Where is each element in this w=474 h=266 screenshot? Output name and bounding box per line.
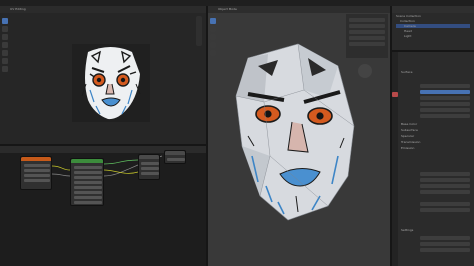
outliner-title: Scene Collection bbox=[396, 14, 421, 18]
node-editor[interactable] bbox=[0, 146, 206, 266]
section-label[interactable]: Base Color bbox=[401, 122, 417, 126]
material-output-node[interactable] bbox=[164, 150, 186, 164]
transform-tool-icon[interactable] bbox=[2, 58, 8, 64]
properties-tabs[interactable] bbox=[392, 52, 398, 266]
texture-canvas[interactable] bbox=[72, 44, 150, 122]
principled-bsdf-node[interactable] bbox=[70, 158, 104, 206]
image-editor[interactable]: UV Editing bbox=[0, 6, 206, 144]
image-texture-node[interactable] bbox=[20, 156, 52, 190]
mix-node[interactable] bbox=[138, 154, 160, 180]
section-label[interactable]: Emission bbox=[401, 146, 414, 150]
section-label[interactable]: Subsurface bbox=[401, 128, 418, 132]
image-editor-title: UV Editing bbox=[10, 7, 26, 11]
section-label[interactable]: Surface bbox=[401, 70, 412, 74]
select-tool-icon[interactable] bbox=[2, 18, 8, 24]
head-mesh[interactable] bbox=[208, 6, 390, 266]
annotate-tool-icon[interactable] bbox=[2, 66, 8, 72]
properties-editor[interactable]: Surface Base Color Subsurface Specular T… bbox=[392, 52, 474, 266]
node-header bbox=[71, 159, 103, 163]
section-label[interactable]: Transmission bbox=[401, 140, 420, 144]
rotate-tool-icon[interactable] bbox=[2, 42, 8, 48]
outliner-item[interactable]: Collection bbox=[400, 19, 415, 23]
cursor-tool-icon[interactable] bbox=[2, 26, 8, 32]
navigation-gizmo-icon[interactable] bbox=[196, 16, 202, 46]
outliner[interactable]: Scene Collection Collection Camera Head … bbox=[392, 6, 474, 50]
move-tool-icon[interactable] bbox=[2, 34, 8, 40]
outliner-item[interactable]: Light bbox=[404, 34, 412, 38]
3d-viewport[interactable]: Object Mode bbox=[208, 6, 390, 266]
section-label[interactable]: Settings bbox=[401, 228, 413, 232]
node-header bbox=[21, 157, 51, 161]
node-header bbox=[165, 151, 185, 155]
outliner-header bbox=[392, 6, 474, 13]
node-header bbox=[139, 155, 159, 159]
section-label[interactable]: Specular bbox=[401, 134, 414, 138]
image-editor-header bbox=[0, 6, 206, 13]
outliner-item[interactable]: Camera bbox=[404, 24, 416, 28]
face-texture-image bbox=[81, 47, 141, 120]
scale-tool-icon[interactable] bbox=[2, 50, 8, 56]
outliner-item[interactable]: Head bbox=[404, 29, 412, 33]
material-tab-icon[interactable] bbox=[392, 92, 398, 97]
